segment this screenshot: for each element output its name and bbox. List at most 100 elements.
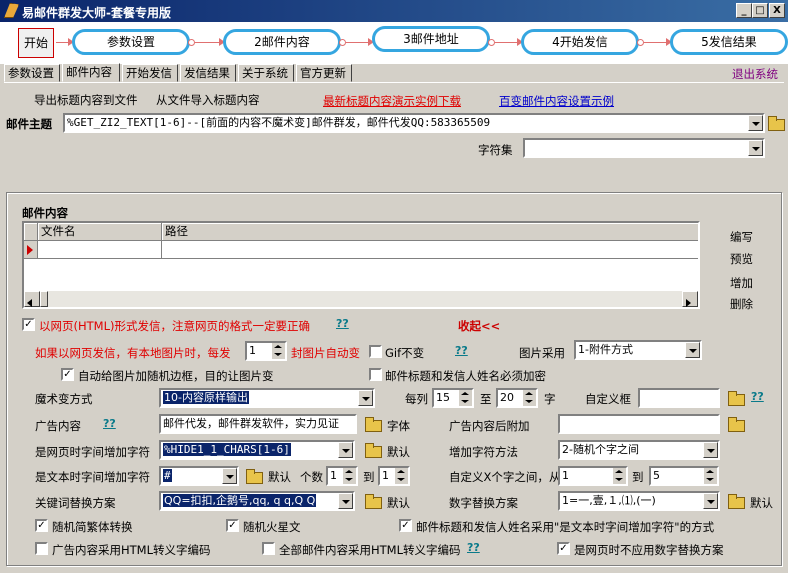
chevron-down-icon[interactable] [703,493,718,509]
html-send-checkbox[interactable]: ✓ [22,318,35,331]
tab-update[interactable]: 官方更新 [296,64,352,82]
export-title-link[interactable]: 导出标题内容到文件 [34,92,138,108]
charset-combo[interactable] [523,138,765,158]
folder-icon[interactable] [767,116,785,131]
img-use-label: 图片采用 [519,346,565,360]
spin-arrows-icon[interactable] [459,390,472,406]
step-content[interactable]: 2邮件内容 [223,29,341,55]
web-add-combo[interactable]: %HIDE1_1_CHARS[1-6] [159,440,355,460]
maximize-button[interactable]: □ [752,3,768,18]
num-replace-default-button[interactable]: 默认 [750,495,773,511]
ad-append-input[interactable] [558,414,720,434]
import-title-link[interactable]: 从文件导入标题内容 [156,92,260,108]
keyword-combo[interactable]: QQ=扣扣,企鹅号,qq, q q,Q Q [159,491,355,511]
edit-button[interactable]: 编写 [730,229,753,245]
chevron-down-icon[interactable] [703,442,718,458]
custom-x-to-spin[interactable]: 5 [649,466,719,486]
ad-input[interactable]: 邮件代发，邮件群发软件，实力见证 [159,414,357,434]
folder-icon[interactable] [727,417,745,432]
custom-x-from-spin[interactable]: 1 [558,466,628,486]
tab-content[interactable]: 邮件内容 [62,63,120,82]
scroll-thumb[interactable] [40,291,48,307]
ad-escape-checkbox[interactable] [35,542,48,555]
chevron-down-icon[interactable] [748,115,763,131]
add-button[interactable]: 增加 [730,275,753,291]
table-row[interactable] [38,241,162,259]
horizontal-scrollbar[interactable] [24,291,698,307]
latest-demo-link[interactable]: 最新标题内容演示实例下载 [323,93,461,109]
tab-about[interactable]: 关于系统 [238,64,294,82]
per-row-label: 每列 [405,392,428,406]
step-result[interactable]: 5发信结果 [670,29,788,55]
chevron-down-icon[interactable] [685,342,700,358]
folder-icon[interactable] [364,417,382,432]
per-row-from-spin[interactable]: 15 [432,388,474,408]
ad-help[interactable]: ?? [103,417,116,430]
spin-arrows-icon[interactable] [704,468,717,484]
custom-box-input[interactable] [638,388,720,408]
random-trad-checkbox[interactable]: ✓ [35,519,48,532]
folder-icon[interactable] [245,469,263,484]
tab-start[interactable]: 开始发信 [122,64,178,82]
num-replace-combo[interactable]: 1=一,壹,１,⑴,(一) [558,491,720,511]
exit-link[interactable]: 退出系统 [732,66,778,82]
close-button[interactable]: X [769,3,785,18]
text-add-combo[interactable]: # [159,466,239,486]
table-row[interactable] [162,241,698,259]
all-escape-help[interactable]: ?? [467,541,480,554]
spin-arrows-icon[interactable] [343,468,356,484]
random-mars-checkbox[interactable]: ✓ [226,519,239,532]
step-send[interactable]: 4开始发信 [521,29,639,55]
start-button[interactable]: 开始 [18,28,54,58]
img-use-combo[interactable]: 1-附件方式 [574,340,702,360]
folder-icon[interactable] [364,443,382,458]
encrypt-checkbox[interactable] [369,368,382,381]
collapse-button[interactable]: 收起<< [458,318,500,334]
tab-params[interactable]: 参数设置 [4,64,60,82]
delete-button[interactable]: 删除 [730,296,753,312]
ad-value: 邮件代发，邮件群发软件，实力见证 [163,417,339,430]
random-border-checkbox[interactable]: ✓ [61,368,74,381]
keyword-default-button[interactable]: 默认 [387,495,410,511]
minimize-button[interactable]: _ [736,3,752,18]
web-no-num-checkbox[interactable]: ✓ [557,542,570,555]
folder-icon[interactable] [727,494,745,509]
step-address[interactable]: 3邮件地址 [372,26,490,52]
chevron-down-icon[interactable] [748,140,763,156]
chevron-down-icon[interactable] [358,390,373,406]
chevron-down-icon[interactable] [338,493,353,509]
column-header-path[interactable]: 路径 [162,223,698,241]
gif-help[interactable]: ?? [455,344,468,357]
spin-arrows-icon[interactable] [395,468,408,484]
gif-checkbox[interactable] [369,345,382,358]
chevron-down-icon[interactable] [338,442,353,458]
column-header-filename[interactable]: 文件名 [38,223,162,241]
folder-icon[interactable] [727,391,745,406]
step-params[interactable]: 参数设置 [72,29,190,55]
random-mars-label: 随机火星文 [243,520,301,534]
html-send-help[interactable]: ?? [336,317,349,330]
spin-arrows-icon[interactable] [613,468,626,484]
folder-icon[interactable] [364,494,382,509]
add-method-combo[interactable]: 2-随机个字之间 [558,440,720,460]
magic-combo[interactable]: 10-内容原样输出 [159,388,375,408]
tab-results[interactable]: 发信结果 [180,64,236,82]
settings-demo-link[interactable]: 百变邮件内容设置示例 [499,93,614,109]
chevron-down-icon[interactable] [222,468,237,484]
count-to-spin[interactable]: 1 [378,466,410,486]
local-img-spin[interactable]: 1 [245,341,287,361]
custom-box-help[interactable]: ?? [751,390,764,403]
title-use-text-checkbox[interactable]: ✓ [399,519,412,532]
font-button[interactable]: 字体 [387,418,410,434]
all-escape-checkbox[interactable] [262,542,275,555]
count-from-spin[interactable]: 1 [326,466,358,486]
subject-combo[interactable]: %GET_ZI2_TEXT[1-6]--[前面的内容不魔术变]邮件群发，邮件代发… [63,113,765,133]
per-row-to-spin[interactable]: 20 [496,388,538,408]
spin-arrows-icon[interactable] [523,390,536,406]
web-add-default-button[interactable]: 默认 [387,444,410,460]
content-grid[interactable]: 文件名 路径 [22,221,700,309]
preview-button[interactable]: 预览 [730,251,753,267]
text-add-default-button[interactable]: 默认 [268,469,291,485]
custom-x-from-value: 1 [562,469,569,482]
spin-arrows-icon[interactable] [272,343,285,359]
